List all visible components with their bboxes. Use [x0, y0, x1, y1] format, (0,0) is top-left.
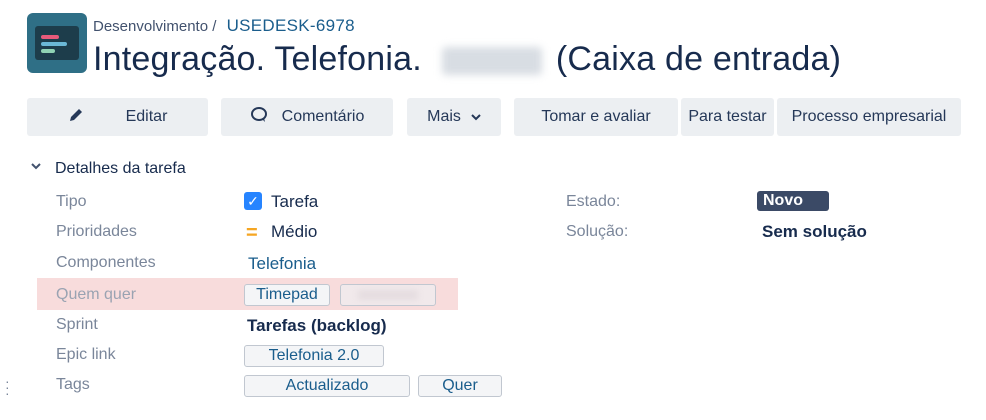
title-suffix: (Caixa de entrada) [555, 40, 842, 78]
field-label-components: Componentes [56, 254, 156, 271]
project-icon-line [41, 42, 67, 46]
comment-icon [250, 106, 268, 129]
field-value-type[interactable]: Tarefa [271, 192, 318, 212]
take-evaluate-label: Tomar e avaliar [541, 108, 651, 125]
more-label: Mais [427, 108, 461, 125]
field-label-type: Tipo [56, 193, 87, 210]
project-icon-line [41, 49, 55, 53]
field-value-components[interactable]: Telefonia [248, 254, 316, 274]
redacted-text [358, 290, 418, 300]
tag-label: Quer [442, 377, 478, 394]
field-label-status: Estado: [566, 193, 621, 210]
breadcrumb-project[interactable]: Desenvolvimento / [93, 18, 216, 35]
pencil-icon [68, 107, 84, 128]
tag-quer[interactable]: Quer [418, 375, 502, 397]
to-test-button[interactable]: Para testar [681, 98, 774, 136]
who-wants-tag-redacted[interactable] [340, 284, 436, 306]
tag-actualizado[interactable]: Actualizado [244, 375, 410, 397]
who-wants-tag[interactable]: Timepad [244, 284, 330, 306]
epic-link-label: Telefonia 2.0 [268, 347, 360, 364]
more-button[interactable]: Mais [407, 98, 501, 136]
field-label-priority: Prioridades [56, 223, 137, 240]
breadcrumb: Desenvolvimento / USEDESK-6978 [93, 16, 355, 36]
business-process-button[interactable]: Processo empresarial [777, 98, 961, 136]
edit-label: Editar [125, 108, 168, 125]
comment-button[interactable]: Comentário [221, 98, 393, 136]
title-main: Integração. Telefonia. [93, 40, 422, 78]
redacted-text [441, 47, 542, 76]
drag-handle[interactable]: · · · [5, 374, 10, 400]
field-label-resolution: Solução: [566, 223, 629, 240]
take-evaluate-button[interactable]: Tomar e avaliar [514, 98, 678, 136]
field-label-tags: Tags [56, 376, 90, 393]
section-collapse-toggle[interactable] [30, 159, 42, 174]
epic-link-tag[interactable]: Telefonia 2.0 [244, 345, 384, 367]
project-icon[interactable] [27, 13, 87, 73]
who-wants-tag-label: Timepad [256, 286, 318, 303]
edit-button[interactable]: Editar [27, 98, 208, 136]
business-process-label: Processo empresarial [791, 108, 947, 125]
status-value: Novo [763, 192, 803, 209]
comment-label: Comentário [281, 108, 365, 125]
field-value-sprint[interactable]: Tarefas (backlog) [247, 316, 387, 336]
field-label-who-wants: Quem quer [56, 286, 137, 303]
issue-key-link[interactable]: USEDESK-6978 [227, 16, 355, 35]
field-label-sprint: Sprint [56, 316, 98, 333]
field-value-resolution: Sem solução [762, 222, 867, 241]
tag-label: Actualizado [285, 377, 369, 394]
page-title: Integração. Telefonia. (Caixa de entrada) [93, 40, 841, 79]
checkbox-icon: ✓ [244, 192, 262, 210]
priority-medium-icon: = [246, 222, 258, 244]
chevron-down-icon [31, 163, 41, 170]
status-badge[interactable]: Novo [757, 191, 829, 211]
section-title: Detalhes da tarefa [55, 160, 186, 177]
project-icon-line [41, 35, 59, 39]
field-label-epic-link: Epic link [56, 346, 116, 363]
to-test-label: Para testar [688, 108, 767, 125]
field-value-priority[interactable]: Médio [271, 222, 317, 242]
chevron-down-icon [471, 108, 481, 126]
